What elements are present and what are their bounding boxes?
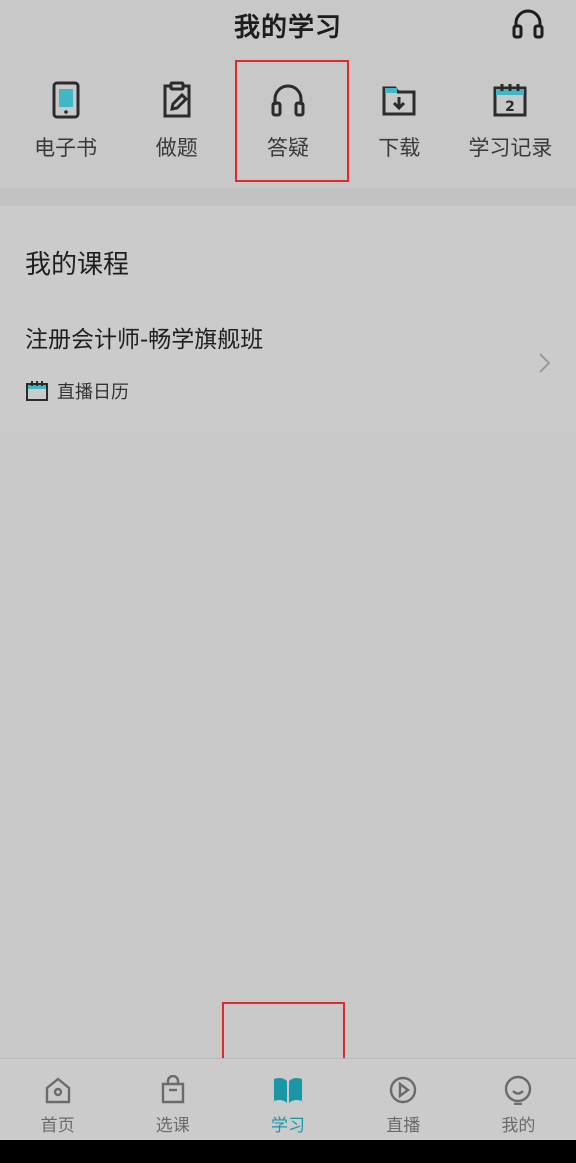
ebook-icon bbox=[46, 80, 86, 120]
quick-nav-label: 做题 bbox=[155, 136, 198, 160]
top-header: 我的学习 bbox=[0, 0, 576, 50]
quick-nav-label: 电子书 bbox=[34, 136, 98, 160]
calendar-label: 直播日历 bbox=[57, 382, 129, 403]
course-item[interactable]: 注册会计师-畅学旗舰班 直播日历 bbox=[0, 306, 576, 416]
svg-text:2: 2 bbox=[506, 99, 516, 115]
quick-nav-label: 答疑 bbox=[267, 136, 309, 160]
headphones-icon bbox=[268, 80, 308, 120]
section-title: 我的课程 bbox=[25, 250, 130, 280]
quick-nav-study-record[interactable]: 2 学习记录 bbox=[455, 58, 566, 188]
tab-label: 学习 bbox=[271, 1116, 305, 1136]
quick-nav-label: 下载 bbox=[378, 136, 421, 160]
tab-label: 选课 bbox=[155, 1116, 190, 1136]
quick-nav-label: 学习记录 bbox=[468, 136, 553, 160]
clipboard-edit-icon bbox=[157, 80, 197, 120]
calendar-record-icon: 2 bbox=[490, 80, 530, 120]
tab-mine[interactable]: 我的 bbox=[461, 1059, 576, 1140]
quick-nav-qa[interactable]: 答疑 bbox=[232, 58, 343, 188]
quick-nav-download[interactable]: 下载 bbox=[344, 58, 455, 188]
chevron-right-icon bbox=[534, 350, 554, 376]
system-nav-bar bbox=[0, 1140, 576, 1163]
page-title: 我的学习 bbox=[233, 12, 342, 43]
calendar-icon bbox=[25, 380, 49, 402]
tab-home[interactable]: 首页 bbox=[0, 1059, 115, 1140]
headset-icon[interactable] bbox=[510, 6, 546, 42]
my-courses-section: 我的课程 注册会计师-畅学旗舰班 直播日历 bbox=[0, 206, 576, 432]
tab-live[interactable]: 直播 bbox=[346, 1059, 461, 1140]
live-calendar-link[interactable]: 直播日历 bbox=[25, 378, 129, 404]
tab-label: 我的 bbox=[501, 1116, 536, 1136]
quick-nav: 电子书 做题 答疑 下载 2 学习记录 bbox=[0, 58, 576, 188]
quick-nav-exercise[interactable]: 做题 bbox=[121, 58, 232, 188]
section-divider bbox=[0, 188, 576, 206]
download-folder-icon bbox=[379, 80, 419, 120]
quick-nav-ebook[interactable]: 电子书 bbox=[10, 58, 121, 188]
play-circle-icon bbox=[386, 1073, 420, 1107]
tab-courses[interactable]: 选课 bbox=[115, 1059, 230, 1140]
tab-label: 首页 bbox=[40, 1116, 75, 1136]
home-icon bbox=[41, 1073, 75, 1107]
tab-label: 直播 bbox=[386, 1116, 421, 1136]
shopping-bag-icon bbox=[156, 1073, 190, 1107]
tab-study[interactable]: 学习 bbox=[230, 1059, 345, 1140]
bottom-nav: 首页 选课 学习 直播 我的 bbox=[0, 1058, 576, 1140]
open-book-icon bbox=[271, 1073, 305, 1107]
course-name: 注册会计师-畅学旗舰班 bbox=[25, 327, 264, 353]
smiley-face-icon bbox=[501, 1073, 535, 1107]
